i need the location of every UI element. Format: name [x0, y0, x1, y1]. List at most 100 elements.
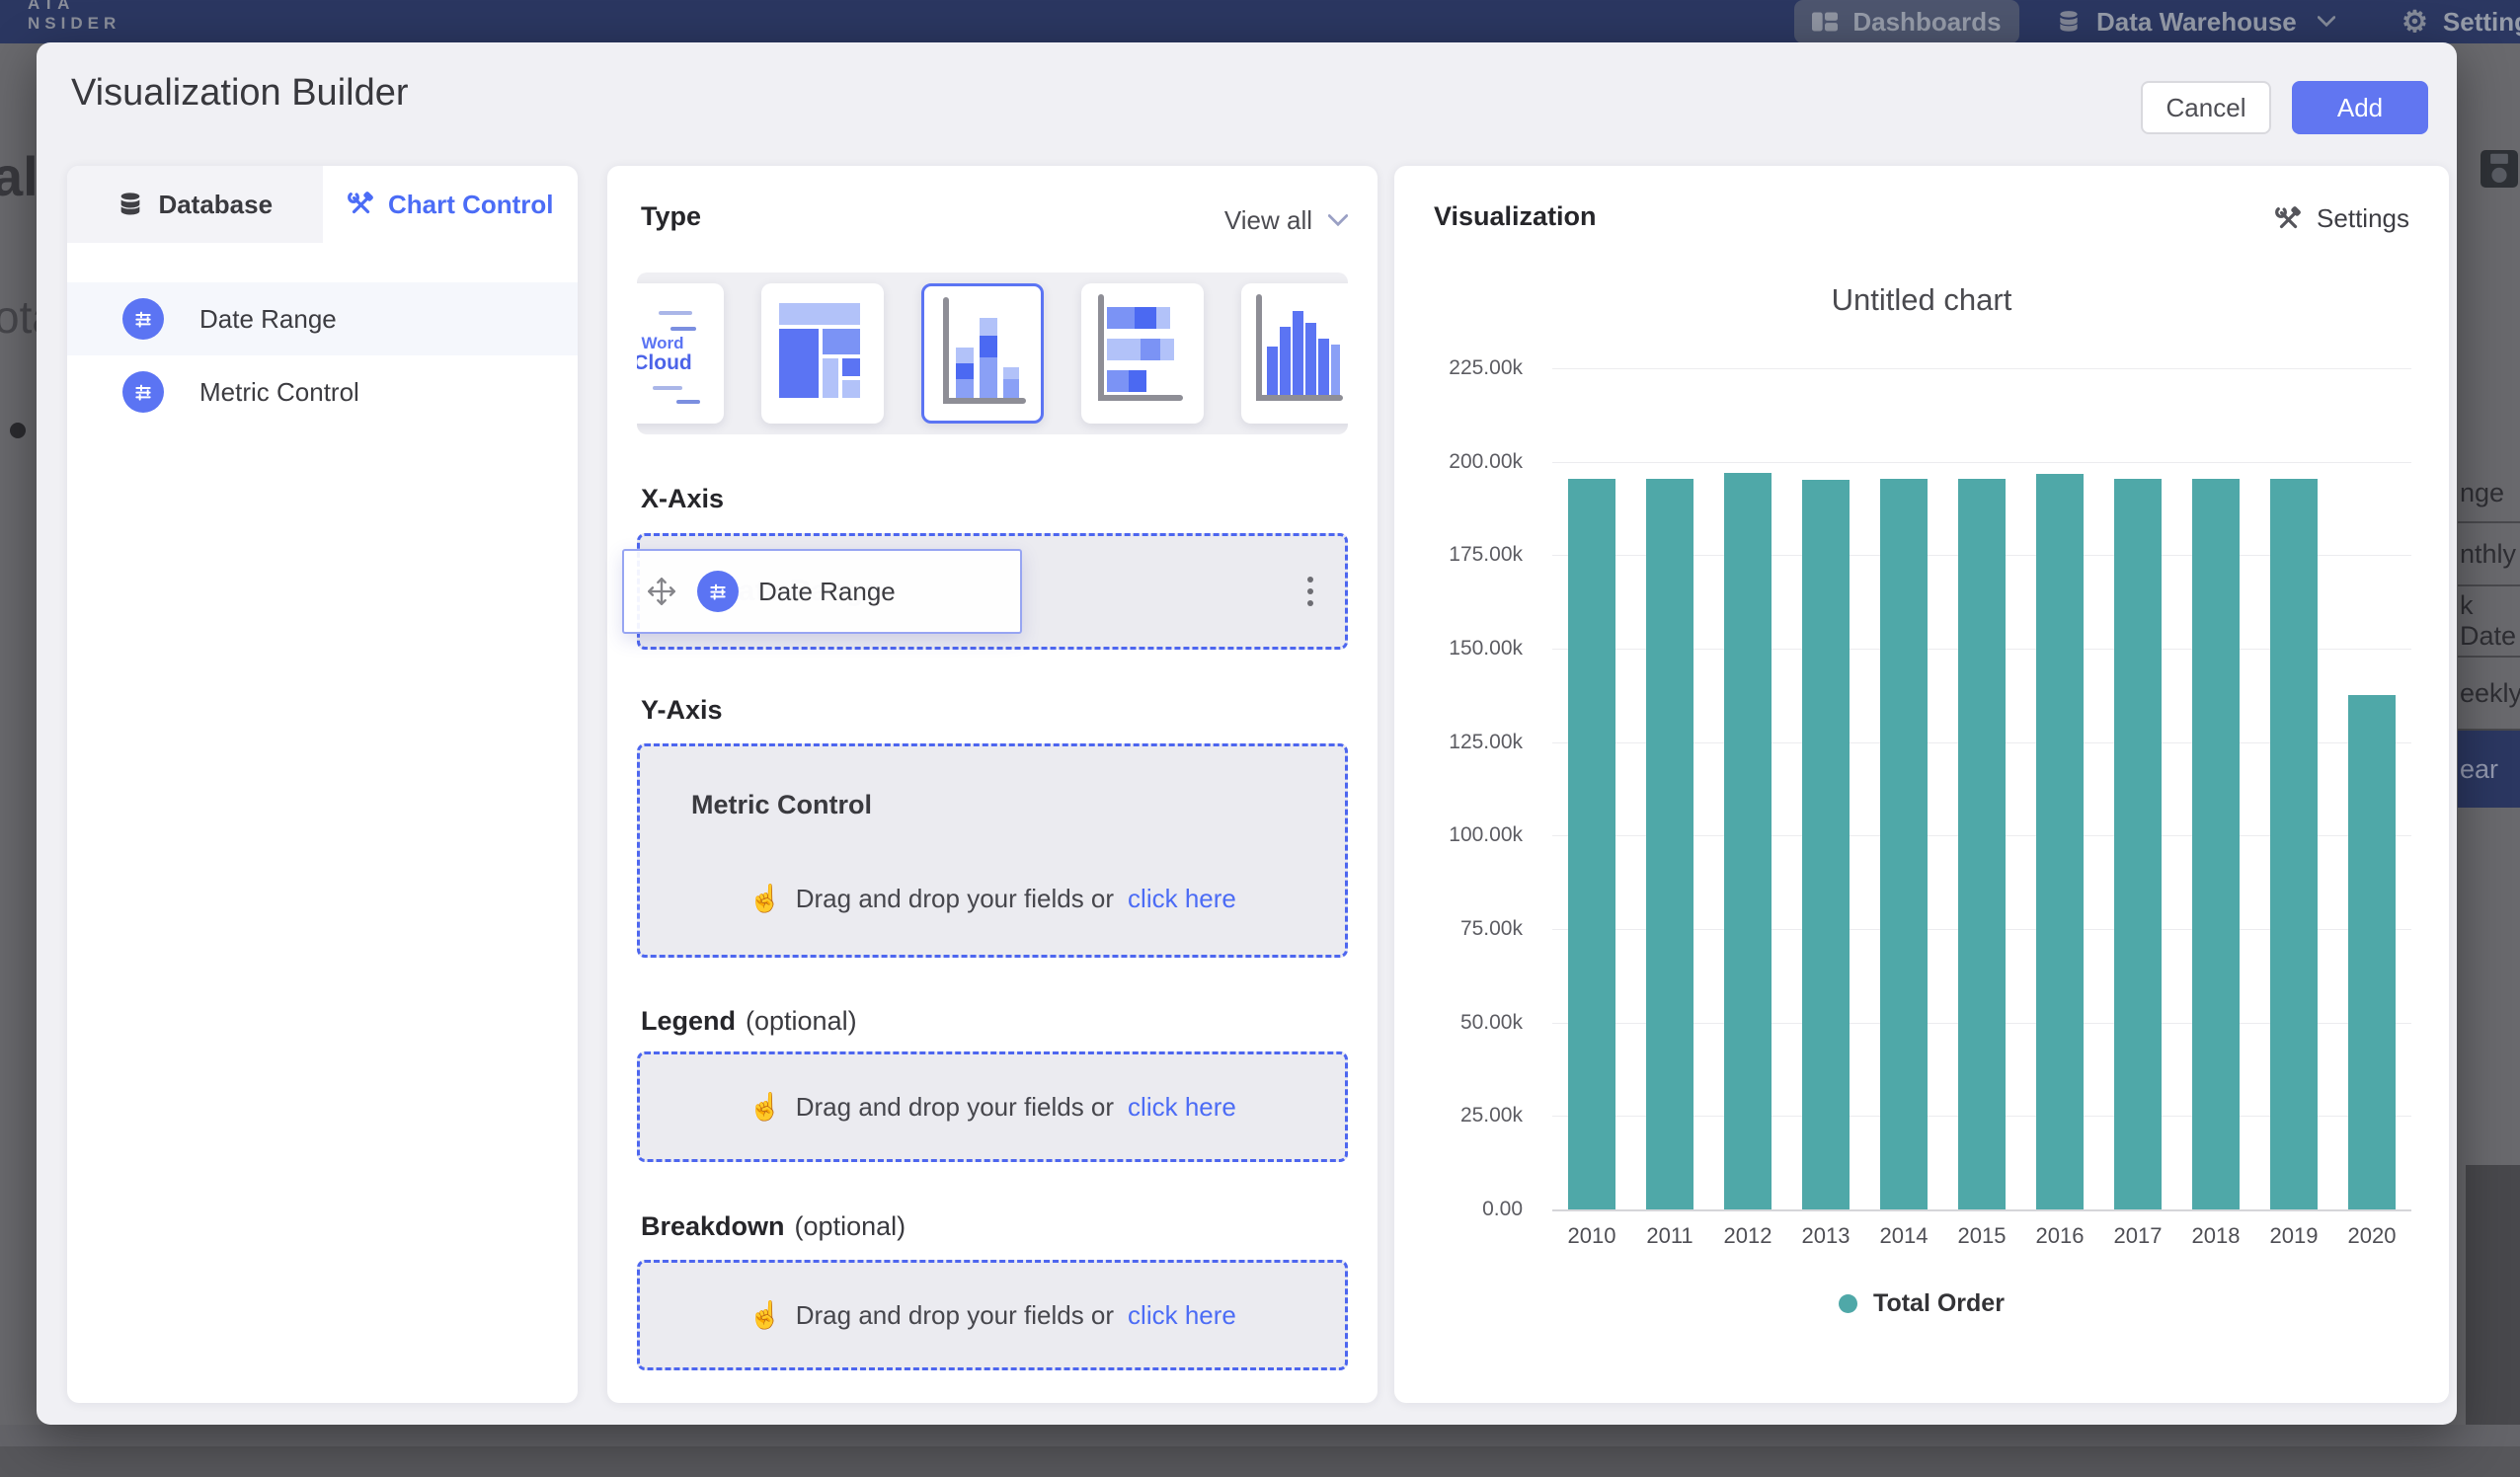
add-button[interactable]: Add: [2292, 81, 2428, 134]
bar-2011: [1646, 479, 1693, 1209]
y-axis-dropzone[interactable]: Metric Control ☝ Drag and drop your fiel…: [637, 743, 1348, 958]
control-slider-icon: [122, 371, 164, 413]
visualization-panel: Visualization Settings Untitled chart 22…: [1394, 166, 2449, 1403]
type-card-treemap[interactable]: [761, 283, 884, 424]
background-list-item: eekly: [2458, 658, 2520, 731]
nav-warehouse-label: Data Warehouse: [2096, 7, 2297, 38]
background-text-fragment: al: [0, 144, 39, 208]
y-tick-label: 50.00k: [1394, 1011, 1538, 1035]
chart-title: Untitled chart: [1394, 282, 2449, 318]
type-card-stacked-column[interactable]: [921, 283, 1044, 424]
word-cloud-word: Cloud: [637, 353, 692, 373]
field-item-metric-control[interactable]: Metric Control: [67, 355, 578, 428]
view-all-dropdown[interactable]: View all: [1224, 205, 1348, 236]
background-list-item: k Date: [2458, 586, 2520, 658]
bar-2015: [1958, 479, 2006, 1209]
type-card-word-cloud[interactable]: Word Cloud: [637, 283, 724, 424]
bar-2016: [2036, 474, 2084, 1209]
date-range-drag-chip[interactable]: Date Range: [622, 549, 1022, 634]
click-here-link[interactable]: click here: [1128, 884, 1236, 914]
x-tick-label: 2020: [2327, 1223, 2416, 1249]
tab-database-label: Database: [158, 190, 273, 220]
click-here-link[interactable]: click here: [1128, 1092, 1236, 1123]
x-tick-label: 2014: [1859, 1223, 1948, 1249]
tools-icon: [347, 191, 374, 218]
click-here-link[interactable]: click here: [1128, 1300, 1236, 1331]
brand-line-top: ATA: [28, 0, 120, 14]
type-card-stacked-bar[interactable]: [1081, 283, 1204, 424]
control-slider-icon: [697, 571, 739, 612]
chart-type-carousel: Word Cloud: [637, 272, 1348, 434]
brand-logo: ATA NSIDER: [28, 0, 120, 34]
cancel-button[interactable]: Cancel: [2141, 81, 2271, 134]
modal-title: Visualization Builder: [71, 72, 409, 115]
bar-2012: [1724, 473, 1772, 1209]
x-tick-label: 2016: [2015, 1223, 2104, 1249]
y-tick-label: 225.00k: [1394, 356, 1538, 380]
type-card-column[interactable]: [1241, 283, 1348, 424]
x-tick-label: 2012: [1703, 1223, 1792, 1249]
bar-2017: [2114, 479, 2162, 1209]
kebab-menu-icon[interactable]: [1307, 536, 1313, 647]
nav-settings[interactable]: ⚙ Settings: [2402, 0, 2520, 43]
background-list-item-selected: ear: [2458, 731, 2520, 808]
tap-hand-icon: ☝: [748, 1091, 782, 1123]
tab-chart-control[interactable]: Chart Control: [323, 166, 579, 243]
legend-series-name: Total Order: [1873, 1289, 2005, 1318]
breakdown-dropzone[interactable]: ☝ Drag and drop your fields or click her…: [637, 1260, 1348, 1370]
y-tick-label: 150.00k: [1394, 637, 1538, 661]
y-axis-labels: 225.00k200.00k175.00k150.00k125.00k100.0…: [1394, 368, 1538, 1209]
chart-builder-panel: Type View all Word Cloud: [607, 166, 1378, 1403]
x-tick-label: 2018: [2171, 1223, 2260, 1249]
move-icon: [646, 576, 677, 607]
dropzone-hint-text: Drag and drop your fields or: [796, 884, 1114, 914]
y-tick-label: 75.00k: [1394, 917, 1538, 941]
control-slider-icon: [122, 298, 164, 340]
y-tick-label: 125.00k: [1394, 731, 1538, 754]
field-item-label: Date Range: [199, 304, 337, 335]
y-tick-label: 0.00: [1394, 1198, 1538, 1221]
x-tick-label: 2013: [1781, 1223, 1870, 1249]
tab-database[interactable]: Database: [67, 166, 323, 243]
chart-settings-button[interactable]: Settings: [2274, 203, 2409, 234]
decor: [676, 400, 700, 404]
visualization-builder-modal: Visualization Builder Cancel Add Databas…: [37, 42, 2457, 1425]
bar-2018: [2192, 479, 2240, 1209]
x-axis-labels: 2010201120122013201420152016201720182019…: [1552, 1223, 2411, 1253]
legend-heading-text: Legend: [641, 1006, 736, 1036]
dropzone-hint: ☝ Drag and drop your fields or click her…: [640, 1054, 1345, 1159]
nav-dashboards[interactable]: Dashboards: [1794, 0, 2019, 43]
type-section-heading: Type: [641, 201, 701, 232]
bar-2020: [2348, 695, 2396, 1209]
field-item-date-range[interactable]: Date Range: [67, 282, 578, 355]
background-right-list: nge nthly k Date eekly ear: [2458, 464, 2520, 808]
legend-dropzone[interactable]: ☝ Drag and drop your fields or click her…: [637, 1051, 1348, 1162]
gear-icon: ⚙: [2402, 5, 2428, 39]
background-list-item: nge: [2458, 464, 2520, 523]
dropzone-hint: ☝ Drag and drop your fields or click her…: [640, 883, 1345, 914]
sidebar-tabs: Database Chart Control: [67, 166, 578, 243]
nav-data-warehouse[interactable]: Data Warehouse: [2056, 0, 2335, 43]
dropzone-hint-text: Drag and drop your fields or: [796, 1300, 1114, 1331]
treemap-thumbnail: [761, 283, 878, 418]
y-tick-label: 25.00k: [1394, 1104, 1538, 1127]
background-band: [0, 1425, 2520, 1446]
breakdown-optional-text: (optional): [795, 1211, 906, 1241]
breakdown-heading-text: Breakdown: [641, 1211, 785, 1241]
visualization-heading: Visualization: [1434, 201, 1597, 232]
word-cloud-word: Word: [641, 334, 683, 353]
y-axis-heading: Y-Axis: [641, 695, 723, 726]
word-cloud-thumbnail: Word Cloud: [637, 283, 724, 424]
breakdown-heading: Breakdown (optional): [641, 1211, 906, 1242]
brand-line-bottom: NSIDER: [28, 14, 120, 34]
dropzone-hint-text: Drag and drop your fields or: [796, 1092, 1114, 1123]
gridline: [1552, 462, 2411, 463]
decor: [653, 386, 682, 390]
fields-sidebar: Database Chart Control Date Range: [67, 166, 578, 1403]
nav-dashboards-label: Dashboards: [1852, 7, 2001, 38]
y-tick-label: 100.00k: [1394, 823, 1538, 847]
chart-plot-area: [1552, 368, 2411, 1209]
tools-icon: [2274, 205, 2302, 233]
dropzone-hint: ☝ Drag and drop your fields or click her…: [640, 1263, 1345, 1367]
tap-hand-icon: ☝: [748, 1299, 782, 1331]
